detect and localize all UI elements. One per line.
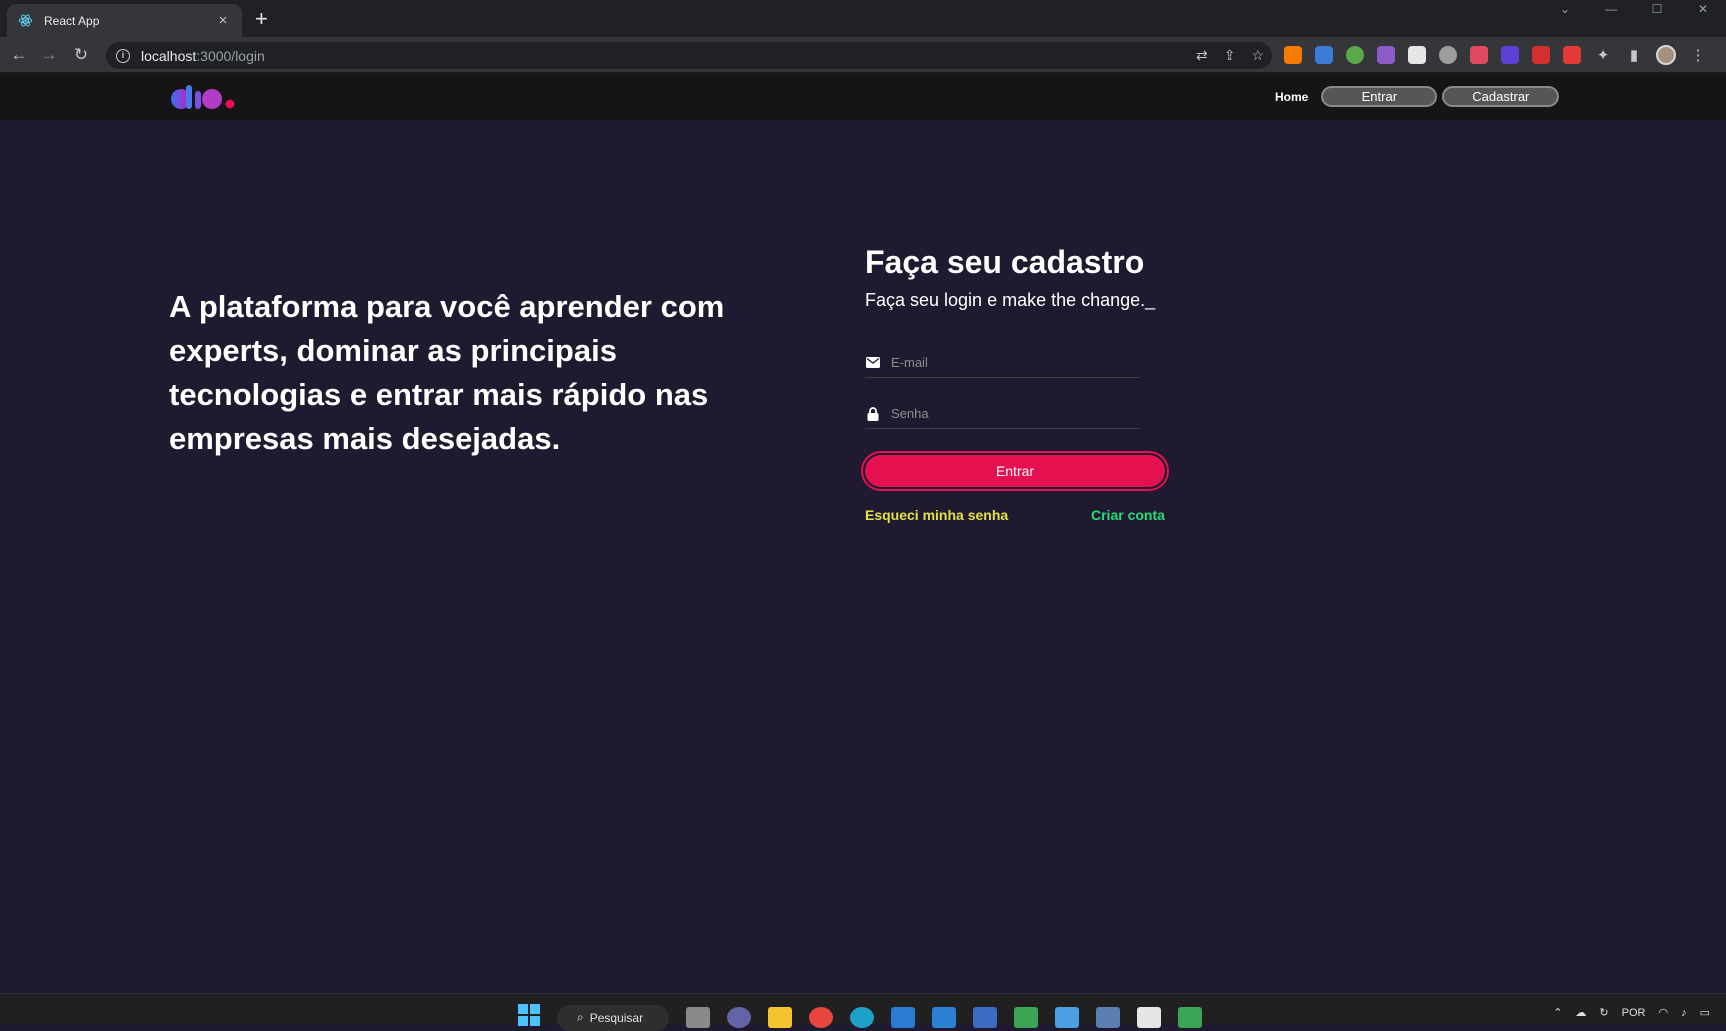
sync-icon[interactable]: ↻: [1599, 1006, 1608, 1019]
forward-icon[interactable]: →: [38, 45, 60, 65]
tab-search-icon[interactable]: ⌄: [1542, 0, 1588, 18]
email-field: [865, 348, 1140, 378]
url-path: :3000/login: [196, 47, 265, 64]
reload-icon[interactable]: ↻: [70, 45, 92, 65]
maximize-button[interactable]: ☐: [1634, 0, 1680, 18]
dio-logo-icon: [171, 85, 235, 109]
volume-icon[interactable]: ♪: [1681, 1007, 1687, 1019]
edge-icon[interactable]: [850, 1007, 874, 1028]
browser-tab[interactable]: React App ×: [7, 4, 242, 37]
chevron-up-icon[interactable]: ⌃: [1553, 1006, 1562, 1019]
extension-icon[interactable]: [1315, 46, 1333, 64]
translate-icon[interactable]: ⇄: [1196, 47, 1208, 64]
taskbar: ⌕ Pesquisar ⌃ ☁ ↻ POR ◠ ♪ ▭: [0, 993, 1726, 1031]
tab-title: React App: [44, 13, 100, 28]
pdf-icon[interactable]: [1532, 46, 1550, 64]
vscode-icon[interactable]: [932, 1007, 956, 1028]
task-view-icon[interactable]: [686, 1007, 710, 1028]
store-icon[interactable]: [891, 1007, 915, 1028]
bookmark-star-icon[interactable]: ☆: [1251, 47, 1264, 64]
pocket-icon[interactable]: [1470, 46, 1488, 64]
snipping-tool-icon[interactable]: [1137, 1007, 1161, 1028]
avatar[interactable]: [1656, 45, 1676, 65]
extension-icon[interactable]: [1284, 46, 1302, 64]
form-subtitle: Faça seu login e make the change._: [865, 290, 1156, 310]
extension-icon[interactable]: [1377, 46, 1395, 64]
search-icon: ⌕: [577, 1010, 584, 1024]
new-tab-button[interactable]: +: [255, 6, 268, 32]
puzzle-icon[interactable]: ✦: [1594, 46, 1612, 64]
top-nav: Home Entrar Cadastrar: [1275, 86, 1564, 107]
chrome-icon[interactable]: [809, 1007, 833, 1028]
battery-icon[interactable]: ▭: [1700, 1006, 1710, 1019]
nav-entrar-button[interactable]: Entrar: [1321, 86, 1438, 107]
dio-logo[interactable]: [170, 83, 236, 113]
extensions-row: ✦ ▮ ⋮: [1284, 45, 1707, 65]
close-window-button[interactable]: ✕: [1680, 0, 1726, 18]
file-explorer-icon[interactable]: [768, 1007, 792, 1028]
app-icon[interactable]: [1178, 1007, 1202, 1028]
notepad-icon[interactable]: [1055, 1007, 1079, 1028]
language-indicator[interactable]: POR: [1622, 1007, 1646, 1019]
email-input[interactable]: [891, 355, 1131, 370]
window-controls: ⌄ — ☐ ✕: [1542, 0, 1726, 18]
taskbar-search[interactable]: ⌕ Pesquisar: [557, 1004, 669, 1031]
password-field: [865, 399, 1140, 429]
submit-button[interactable]: Entrar: [861, 451, 1169, 491]
nav-home-link[interactable]: Home: [1275, 90, 1308, 104]
forgot-password-link[interactable]: Esqueci minha senha: [865, 507, 1008, 523]
cloud-icon[interactable]: ☁: [1575, 1006, 1586, 1019]
app-header: Home Entrar Cadastrar: [0, 73, 1726, 120]
extension-icon[interactable]: [1346, 46, 1364, 64]
back-icon[interactable]: ←: [8, 45, 30, 65]
taskbar-apps: ⌕ Pesquisar: [518, 1004, 1202, 1031]
minimize-button[interactable]: —: [1588, 0, 1634, 18]
extension-icon[interactable]: [1439, 46, 1457, 64]
teams-icon[interactable]: [727, 1007, 751, 1028]
submit-button-label: Entrar: [865, 455, 1165, 487]
wifi-icon[interactable]: ◠: [1658, 1006, 1668, 1019]
extension-icon[interactable]: [1408, 46, 1426, 64]
app-icon[interactable]: [973, 1007, 997, 1028]
extension-icon[interactable]: [1501, 46, 1519, 64]
nav-cadastrar-button[interactable]: Cadastrar: [1442, 86, 1560, 107]
site-info-icon[interactable]: i: [116, 48, 130, 63]
mail-icon: [865, 355, 881, 371]
taskbar-search-label: Pesquisar: [589, 1010, 644, 1025]
login-form: Faça seu cadastro Faça seu login e make …: [861, 244, 1169, 523]
windows-start-icon[interactable]: [518, 1004, 540, 1031]
side-panel-icon[interactable]: ▮: [1625, 46, 1643, 64]
share-icon[interactable]: ⇪: [1224, 47, 1236, 64]
url-host: localhost: [141, 47, 197, 64]
address-bar[interactable]: i localhost:3000/login ⇄ ⇪ ☆: [106, 42, 1272, 69]
react-logo-icon: [17, 13, 33, 29]
browser-tabstrip: React App × + ⌄ — ☐ ✕: [0, 0, 1726, 37]
menu-dots-icon[interactable]: ⋮: [1689, 46, 1707, 64]
app-icon[interactable]: [1014, 1007, 1038, 1028]
calculator-icon[interactable]: [1096, 1007, 1120, 1028]
hero-headline: A plataforma para você aprender com expe…: [169, 289, 725, 456]
lock-icon: [865, 406, 881, 422]
tab-close-icon[interactable]: ×: [214, 12, 232, 29]
extension-icon[interactable]: [1563, 46, 1581, 64]
password-input[interactable]: [891, 406, 1131, 421]
form-title: Faça seu cadastro: [865, 244, 1145, 280]
create-account-link[interactable]: Criar conta: [1091, 507, 1165, 523]
system-tray: ⌃ ☁ ↻ POR ◠ ♪ ▭: [1553, 1006, 1710, 1020]
